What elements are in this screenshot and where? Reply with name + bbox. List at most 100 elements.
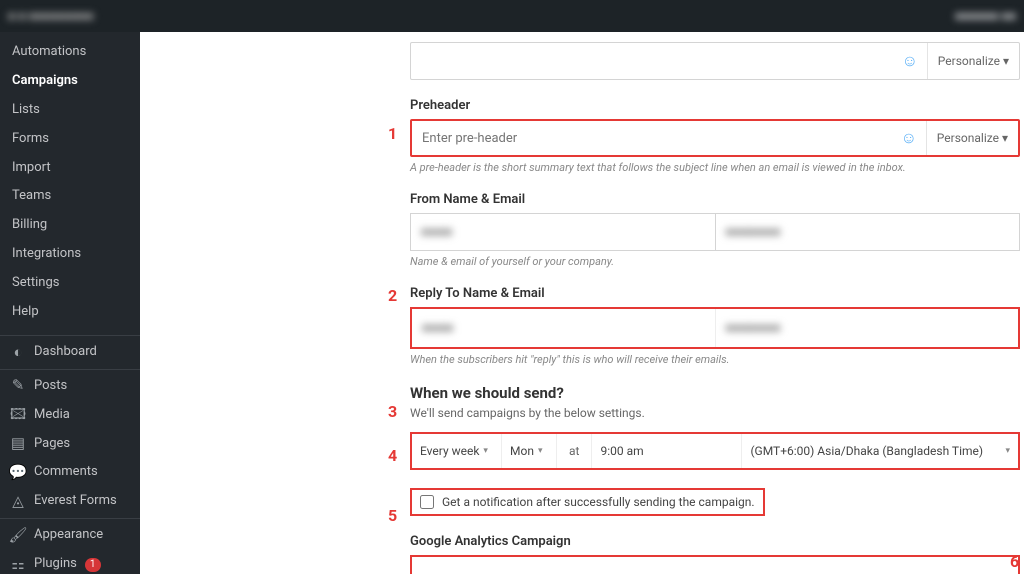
preheader-helper: A pre-header is the short summary text t…: [410, 161, 1020, 174]
update-badge: 1: [85, 558, 101, 572]
at-label: at: [557, 434, 592, 468]
sidebar-item-label: Campaigns: [12, 73, 78, 90]
time-value: 9:00 am: [600, 444, 643, 458]
when-sub: We'll send campaigns by the below settin…: [410, 406, 1020, 420]
emoji-picker-icon[interactable]: ☺: [893, 43, 927, 79]
comment-icon: 💬: [10, 465, 26, 481]
annotation-marker-4: 4: [388, 446, 397, 465]
timezone-value: (GMT+6:00) Asia/Dhaka (Bangladesh Time): [750, 444, 983, 458]
sidebar-item-label: Settings: [12, 275, 59, 292]
toolbar-left-blur: ■ ■ ■■■■■■■■■: [8, 9, 94, 23]
brush-icon: 🖌: [10, 528, 26, 544]
reply-name-input[interactable]: ■■■■: [412, 309, 716, 347]
sidebar-item-comments[interactable]: 💬 Comments: [0, 458, 140, 487]
plug-icon: ⚏: [10, 557, 26, 573]
chevron-down-icon: ▾: [483, 446, 488, 456]
subject-input-row: ☺ Personalize ▾: [410, 42, 1020, 80]
timezone-select[interactable]: (GMT+6:00) Asia/Dhaka (Bangladesh Time) …: [742, 434, 1018, 468]
sidebar-separator: [0, 518, 140, 519]
personalize-label: Personalize: [937, 131, 999, 145]
preheader-input-row: ☺ Personalize ▾: [410, 119, 1020, 157]
sidebar-item-label: Import: [12, 160, 51, 177]
page-icon: ▤: [10, 436, 26, 452]
toolbar-right-blur: ■■■■■■ ■■: [955, 9, 1016, 23]
time-input[interactable]: 9:00 am: [592, 434, 742, 468]
annotation-marker-2: 2: [388, 286, 397, 305]
from-email-input[interactable]: ■■■■■■■: [716, 213, 1021, 251]
frequency-select[interactable]: Every week ▾: [412, 434, 502, 468]
from-label: From Name & Email: [410, 192, 1020, 207]
preheader-label: Preheader: [410, 98, 1020, 113]
sidebar-item-label: Teams: [12, 188, 51, 205]
from-helper: Name & email of yourself or your company…: [410, 255, 1020, 268]
schedule-row: Every week ▾ Mon ▾ at 9:00 am (GMT+6:00): [410, 432, 1020, 470]
frequency-value: Every week: [420, 444, 479, 458]
annotation-marker-3: 3: [388, 402, 397, 421]
chevron-down-icon: ▾: [538, 446, 543, 456]
sidebar-item-help[interactable]: Help: [0, 298, 140, 327]
sidebar-item-media[interactable]: 🖾 Media: [0, 401, 140, 430]
reply-label: Reply To Name & Email: [410, 286, 1020, 301]
sidebar-item-pages[interactable]: ▤ Pages: [0, 430, 140, 459]
sidebar-item-plugins[interactable]: ⚏ Plugins 1: [0, 550, 140, 574]
from-name-input[interactable]: ■■■■: [410, 213, 716, 251]
sidebar-item-teams[interactable]: Teams: [0, 182, 140, 211]
sidebar-item-label: Integrations: [12, 246, 81, 263]
reply-fields: ■■■■ ■■■■■■■: [410, 307, 1020, 349]
sidebar-item-posts[interactable]: ✎ Posts: [0, 372, 140, 401]
reply-helper: When the subscribers hit "reply" this is…: [410, 353, 1020, 366]
sidebar-item-everest-forms[interactable]: ◬ Everest Forms: [0, 487, 140, 516]
sidebar-item-integrations[interactable]: Integrations: [0, 240, 140, 269]
wp-admin-toolbar[interactable]: ■ ■ ■■■■■■■■■ ■■■■■■ ■■: [0, 0, 1024, 32]
sidebar-item-lists[interactable]: Lists: [0, 96, 140, 125]
main-content: 1 2 3 4 5 6 ☺ Personalize ▾: [140, 32, 1024, 574]
sidebar-item-label: Pages: [34, 436, 70, 453]
sidebar-item-label: Plugins: [34, 556, 77, 573]
admin-sidebar: Automations Campaigns Lists Forms Import…: [0, 32, 140, 574]
sidebar-item-automations[interactable]: Automations: [0, 38, 140, 67]
reply-email-input[interactable]: ■■■■■■■: [716, 309, 1019, 347]
mountain-icon: ◬: [10, 494, 26, 510]
personalize-dropdown[interactable]: Personalize ▾: [927, 43, 1019, 79]
sidebar-item-plugin-settings[interactable]: Settings: [0, 269, 140, 298]
sidebar-item-label: Help: [12, 304, 39, 321]
sidebar-item-billing[interactable]: Billing: [0, 211, 140, 240]
sidebar-item-label: Everest Forms: [34, 493, 117, 510]
sidebar-separator: [0, 335, 140, 336]
sidebar-item-label: Billing: [12, 217, 47, 234]
media-icon: 🖾: [10, 407, 26, 423]
chevron-down-icon: ▾: [1002, 131, 1008, 145]
sidebar-item-label: Forms: [12, 131, 49, 148]
pin-icon: ✎: [10, 378, 26, 394]
when-heading: When we should send?: [410, 384, 1020, 402]
emoji-picker-icon[interactable]: ☺: [892, 121, 926, 155]
sidebar-item-label: Comments: [34, 464, 98, 481]
personalize-dropdown[interactable]: Personalize ▾: [926, 121, 1018, 155]
preheader-input[interactable]: [412, 121, 892, 155]
sidebar-item-label: Automations: [12, 44, 86, 61]
day-select[interactable]: Mon ▾: [502, 434, 557, 468]
sidebar-item-label: Appearance: [34, 527, 103, 544]
ga-campaign-input[interactable]: [410, 555, 1020, 574]
notification-label: Get a notification after successfully se…: [442, 495, 755, 509]
sidebar-item-campaigns[interactable]: Campaigns: [0, 67, 140, 96]
sidebar-separator: [0, 369, 140, 370]
annotation-marker-1: 1: [388, 124, 397, 143]
notification-checkbox[interactable]: [420, 495, 434, 509]
sidebar-item-import[interactable]: Import: [0, 154, 140, 183]
personalize-label: Personalize: [938, 54, 1000, 68]
sidebar-item-forms[interactable]: Forms: [0, 125, 140, 154]
chevron-down-icon: ▾: [1003, 54, 1009, 68]
sidebar-item-label: Dashboard: [34, 344, 97, 361]
sidebar-item-label: Media: [34, 407, 70, 424]
sidebar-item-appearance[interactable]: 🖌 Appearance: [0, 521, 140, 550]
from-fields: ■■■■ ■■■■■■■: [410, 213, 1020, 251]
plugin-submenu: Automations Campaigns Lists Forms Import…: [0, 32, 140, 333]
day-value: Mon: [510, 444, 534, 458]
sidebar-item-dashboard[interactable]: ◐ Dashboard: [0, 338, 140, 367]
sidebar-item-label: Lists: [12, 102, 40, 119]
notification-checkbox-row[interactable]: Get a notification after successfully se…: [410, 488, 765, 516]
subject-input[interactable]: [411, 43, 893, 79]
dashboard-icon: ◐: [10, 344, 26, 360]
chevron-down-icon: ▾: [1005, 446, 1010, 456]
